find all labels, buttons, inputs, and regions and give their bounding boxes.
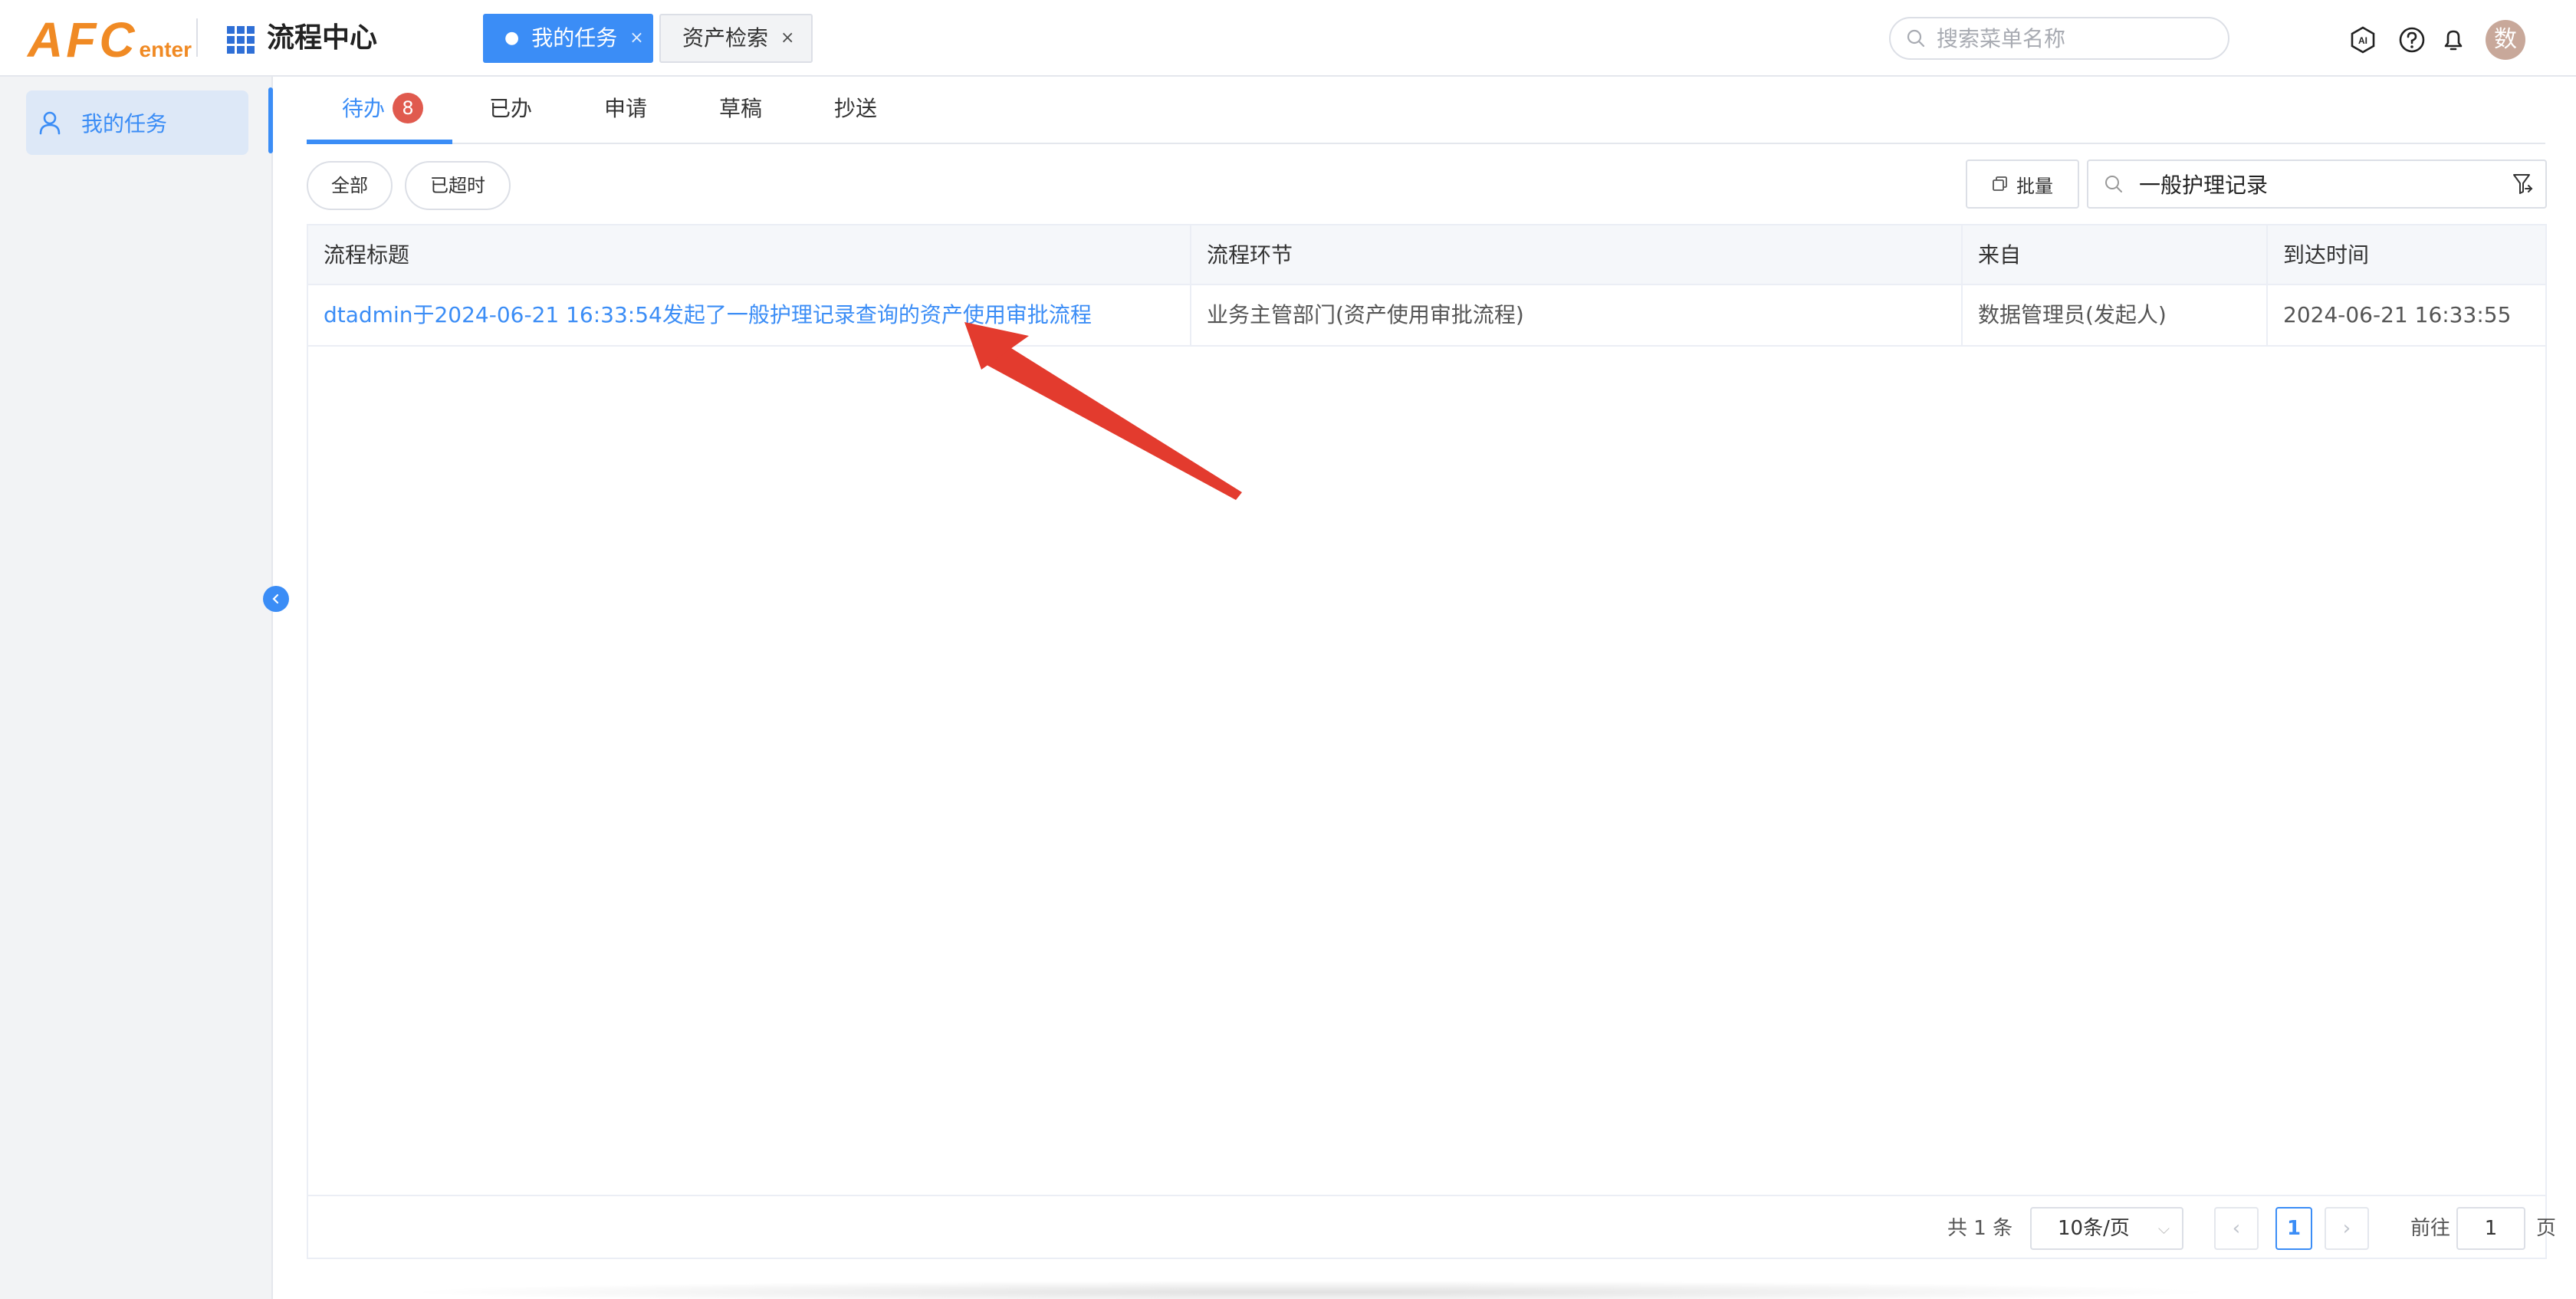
- ai-icon[interactable]: AI: [2349, 26, 2377, 54]
- active-dot-icon: ●: [504, 28, 520, 48]
- tab-todo[interactable]: 待办 8: [342, 77, 424, 144]
- column-header-from[interactable]: 来自: [1963, 225, 2266, 285]
- filter-overdue-button[interactable]: 已超时: [405, 161, 511, 210]
- column-divider: [1961, 225, 1963, 347]
- task-table: 流程标题 流程环节 来自 到达时间 dtadmin于2024-06-21 16:…: [307, 224, 2556, 1259]
- menu-search-input[interactable]: [1937, 25, 2213, 51]
- open-tab-asset-search[interactable]: 资产检索 ×: [659, 14, 813, 63]
- main-content: 待办 8 已办 申请 草稿 抄送 全部 已超时 批量 流程标题 流程环节 来自: [274, 77, 2576, 1299]
- filter-icon[interactable]: [2512, 172, 2536, 198]
- page-number-current[interactable]: 1: [2275, 1207, 2312, 1250]
- column-header-arrival[interactable]: 到达时间: [2268, 225, 2545, 285]
- user-icon: [39, 111, 61, 135]
- close-icon[interactable]: ×: [780, 14, 794, 63]
- goto-page-input[interactable]: 1: [2456, 1207, 2525, 1250]
- batch-label: 批量: [2016, 175, 2053, 197]
- close-icon[interactable]: ×: [629, 14, 643, 63]
- chevron-left-icon: [272, 594, 279, 604]
- task-search-input[interactable]: [2139, 171, 2507, 197]
- goto-prefix: 前往: [2410, 1217, 2451, 1240]
- logo-text: AFC: [28, 12, 138, 67]
- arrival-time-cell: 2024-06-21 16:33:55: [2283, 302, 2512, 327]
- open-tab-label: 资产检索: [682, 25, 769, 51]
- goto-suffix: 页: [2536, 1217, 2557, 1240]
- app-title: 流程中心: [267, 22, 378, 54]
- task-search-box[interactable]: [2087, 159, 2547, 209]
- top-header: AFC enter 流程中心 ● 我的任务 × 资产检索 × AI: [0, 0, 2576, 77]
- header-divider: [196, 18, 198, 57]
- batch-button[interactable]: 批量: [1966, 159, 2079, 209]
- next-page-button[interactable]: ›: [2325, 1207, 2369, 1250]
- menu-search-box[interactable]: [1889, 17, 2229, 60]
- filter-all-button[interactable]: 全部: [307, 161, 393, 210]
- search-icon: [2105, 176, 2122, 192]
- tab-label: 待办: [342, 96, 386, 121]
- help-icon[interactable]: [2398, 26, 2426, 54]
- sidebar-item-my-tasks[interactable]: 我的任务: [26, 90, 248, 155]
- tab-applied[interactable]: 申请: [604, 77, 647, 144]
- tab-done[interactable]: 已办: [489, 77, 532, 144]
- tab-draft[interactable]: 草稿: [719, 77, 762, 144]
- sidebar: 我的任务: [0, 77, 273, 1299]
- sidebar-collapse-button[interactable]: [263, 586, 289, 612]
- chevron-down-icon: ⌵: [2157, 1219, 2170, 1238]
- copy-icon: [1993, 176, 2007, 191]
- logo-subtext: enter: [139, 38, 192, 61]
- table-header: 流程标题 流程环节 来自 到达时间: [308, 225, 2545, 285]
- table-row[interactable]: dtadmin于2024-06-21 16:33:54发起了一般护理记录查询的资…: [308, 285, 2545, 347]
- process-title-link[interactable]: dtadmin于2024-06-21 16:33:54发起了一般护理记录查询的资…: [308, 285, 1190, 345]
- apps-grid-icon[interactable]: [227, 26, 255, 54]
- sidebar-item-label: 我的任务: [81, 111, 168, 136]
- avatar[interactable]: 数: [2486, 20, 2525, 60]
- column-divider: [1190, 225, 1191, 347]
- open-tab-my-tasks[interactable]: ● 我的任务 ×: [483, 14, 653, 63]
- bell-icon[interactable]: [2440, 26, 2467, 54]
- column-divider: [2266, 225, 2268, 347]
- task-tabs: 待办 8 已办 申请 草稿 抄送: [307, 77, 2545, 144]
- page-size-select[interactable]: 10条/页 ⌵: [2030, 1207, 2183, 1250]
- open-tab-label: 我的任务: [531, 25, 618, 51]
- bottom-shadow: [399, 1281, 2223, 1299]
- active-tab-underline: [307, 140, 452, 144]
- todo-count-badge: 8: [393, 93, 424, 123]
- prev-page-button[interactable]: ‹: [2214, 1207, 2259, 1250]
- pagination: 共 1 条 10条/页 ⌵ ‹ 1 › 前往 1 页: [308, 1195, 2556, 1259]
- process-stage-cell: 业务主管部门(资产使用审批流程): [1207, 302, 1524, 327]
- page-size-value: 10条/页: [2058, 1217, 2130, 1240]
- column-header-title[interactable]: 流程标题: [308, 225, 1190, 285]
- tab-cc[interactable]: 抄送: [834, 77, 877, 144]
- sidebar-active-indicator: [268, 87, 273, 153]
- from-cell: 数据管理员(发起人): [1978, 302, 2167, 327]
- search-icon: [1907, 29, 1925, 48]
- column-header-stage[interactable]: 流程环节: [1191, 225, 1961, 285]
- svg-text:AI: AI: [2358, 35, 2367, 46]
- total-count: 共 1 条: [1947, 1217, 2013, 1240]
- logo[interactable]: AFC enter: [28, 11, 192, 64]
